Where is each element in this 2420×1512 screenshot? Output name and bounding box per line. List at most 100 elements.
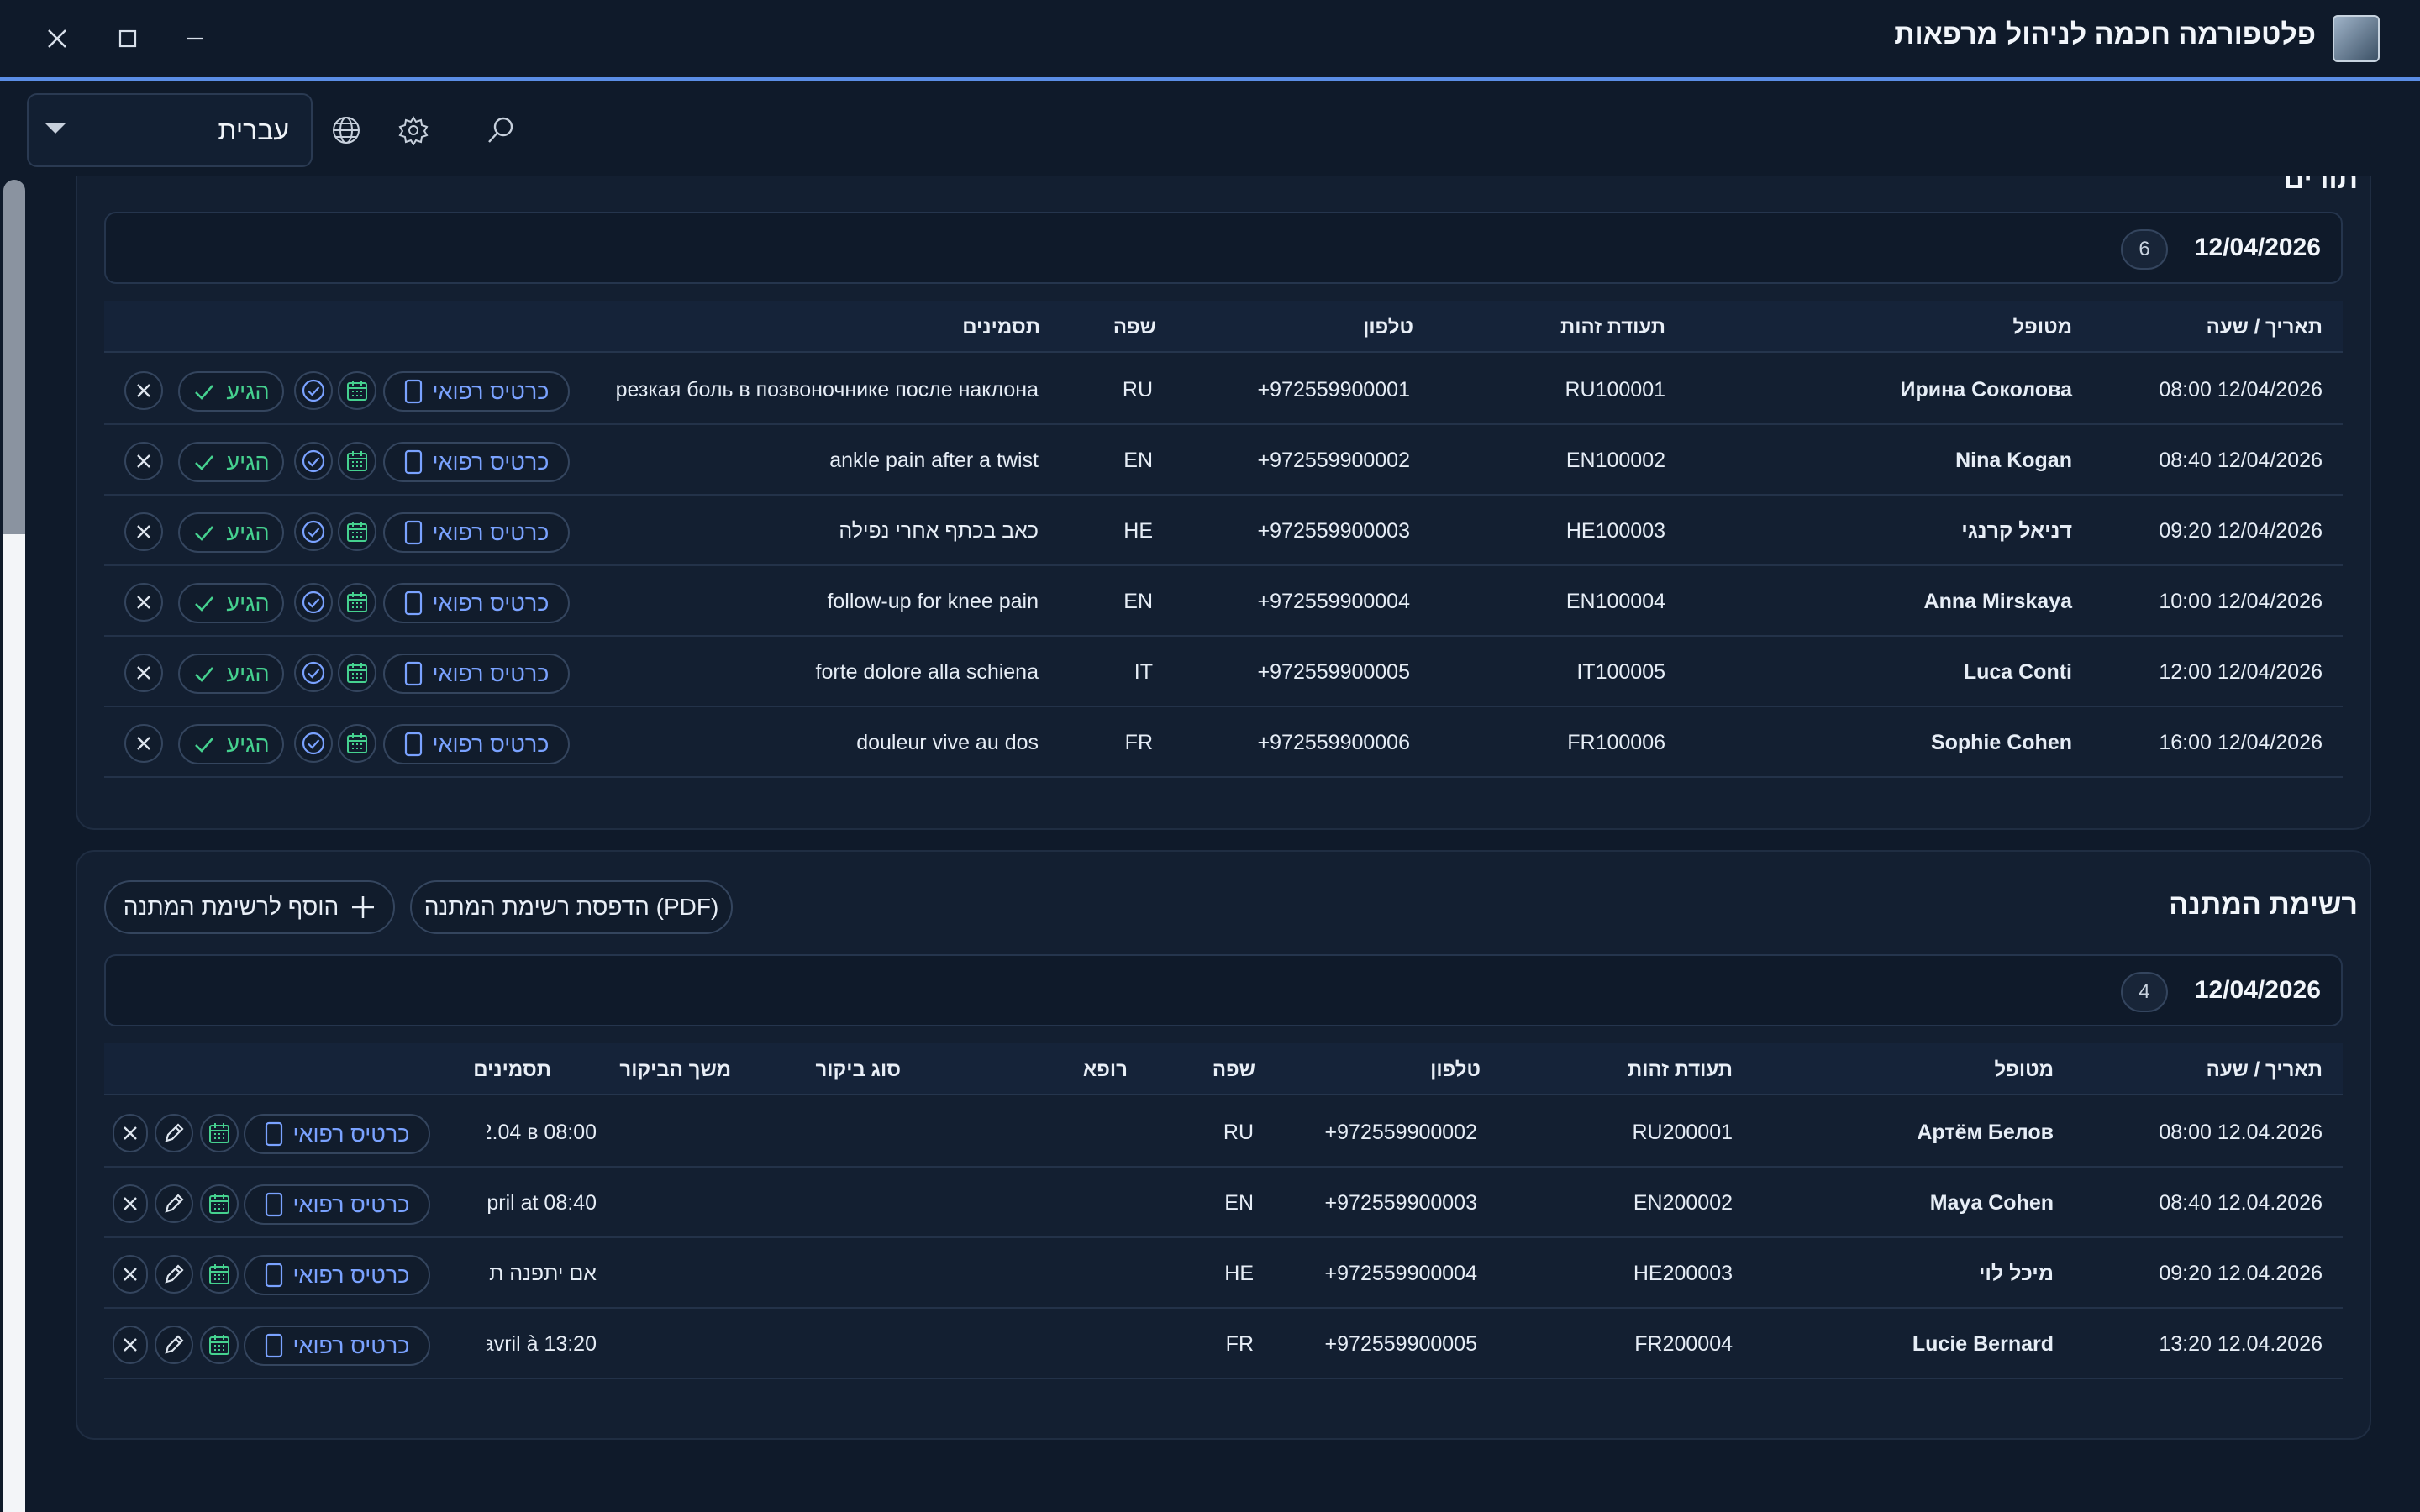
edit-icon — [165, 1123, 184, 1142]
table-row: 08:00 12/04/2026 Ирина Соколова RU100001 +9… — [104, 354, 2343, 425]
remove-button[interactable] — [113, 1114, 148, 1152]
calendar-icon — [209, 1194, 229, 1214]
arrived-button[interactable]: הגיע — [178, 583, 284, 623]
reject-button[interactable] — [124, 583, 163, 622]
calendar-icon — [347, 381, 367, 401]
arrived-button[interactable]: הגיע — [178, 371, 284, 412]
schedule-button[interactable] — [200, 1184, 239, 1223]
col-id: תעודת זהות — [1628, 1058, 1733, 1081]
print-waitlist-button[interactable]: הדפסת רשימת המתנה (PDF) — [410, 880, 733, 934]
confirm-button[interactable] — [294, 442, 333, 480]
medical-card-button[interactable]: כרטיס רפואי — [244, 1326, 430, 1366]
col-doctor: רופא — [1082, 1058, 1128, 1081]
edit-button[interactable] — [155, 1326, 193, 1364]
medical-card-label: כרטיס רפואי — [432, 519, 550, 545]
cell-phone: +972559900004 — [1257, 590, 1410, 613]
language-select[interactable]: עברית — [27, 93, 313, 167]
edit-button[interactable] — [155, 1184, 193, 1223]
scrollbar-thumb[interactable] — [3, 534, 25, 1512]
close-icon — [124, 1268, 137, 1281]
waitlist-date-bar[interactable]: 12/04/2026 4 — [104, 954, 2343, 1026]
arrived-label: הגיע — [226, 731, 270, 757]
appointments-count-badge: 6 — [2121, 229, 2168, 270]
close-window-button[interactable] — [37, 18, 77, 59]
medical-card-button[interactable]: כרטיס רפואי — [383, 512, 570, 553]
schedule-button[interactable] — [200, 1326, 239, 1364]
confirm-button[interactable] — [294, 654, 333, 692]
symptoms-clip: 12.04 в 08:00 — [487, 1097, 597, 1166]
edit-button[interactable] — [155, 1114, 193, 1152]
table-row: 09:20 12.04.2026 מיכל לוי HE200003 +9725599… — [104, 1238, 2343, 1309]
arrived-button[interactable]: הגיע — [178, 442, 284, 482]
schedule-button[interactable] — [338, 442, 376, 480]
schedule-button[interactable] — [338, 512, 376, 551]
medical-card-button[interactable]: כרטיס רפואי — [244, 1114, 430, 1154]
medical-card-label: כרטיס רפואי — [432, 590, 550, 616]
cell-id: RU100001 — [1565, 378, 1665, 402]
table-row: 10:00 12/04/2026 Anna Mirskaya EN100004 +97… — [104, 566, 2343, 637]
search-button[interactable] — [484, 113, 518, 147]
medical-card-label: כרטיס רפואי — [292, 1332, 410, 1358]
col-lang: שפה — [1212, 1058, 1255, 1081]
add-to-waitlist-label: הוסף לרשימת המתנה — [123, 894, 339, 920]
schedule-button[interactable] — [200, 1114, 239, 1152]
check-icon — [195, 596, 214, 612]
remove-button[interactable] — [113, 1184, 148, 1223]
close-icon — [137, 454, 150, 468]
cell-id: FR200004 — [1634, 1332, 1733, 1356]
arrived-label: הגיע — [226, 519, 270, 545]
cell-lang: FR — [1124, 731, 1153, 754]
add-to-waitlist-button[interactable]: הוסף לרשימת המתנה — [104, 880, 395, 934]
reject-button[interactable] — [124, 371, 163, 410]
medical-card-label: כרטיס רפואי — [432, 731, 550, 757]
confirm-button[interactable] — [294, 512, 333, 551]
cell-id: FR100006 — [1567, 731, 1665, 754]
medical-card-button[interactable]: כרטיס רפואי — [383, 583, 570, 623]
medical-card-button[interactable]: כרטיס רפואי — [244, 1184, 430, 1225]
medical-card-label: כרטיס רפואי — [292, 1121, 410, 1147]
document-icon — [404, 449, 422, 475]
reject-button[interactable] — [124, 512, 163, 551]
calendar-icon — [209, 1264, 229, 1284]
schedule-button[interactable] — [338, 583, 376, 622]
settings-button[interactable] — [397, 113, 430, 147]
globe-button[interactable] — [329, 113, 363, 147]
appointments-date-bar[interactable]: 12/04/2026 6 — [104, 212, 2343, 284]
schedule-button[interactable] — [200, 1255, 239, 1294]
remove-button[interactable] — [113, 1326, 148, 1364]
medical-card-button[interactable]: כרטיס רפואי — [244, 1255, 430, 1295]
globe-icon — [333, 117, 360, 144]
medical-card-button[interactable]: כרטיס רפואי — [383, 371, 570, 412]
minimize-window-button[interactable] — [175, 18, 215, 59]
cell-phone: +972559900002 — [1257, 449, 1410, 472]
arrived-button[interactable]: הגיע — [178, 654, 284, 694]
check-icon — [195, 385, 214, 400]
cell-patient: מיכל לוי — [1978, 1262, 2054, 1285]
remove-button[interactable] — [113, 1255, 148, 1294]
reject-button[interactable] — [124, 654, 163, 692]
medical-card-button[interactable]: כרטיס רפואי — [383, 724, 570, 764]
document-icon — [404, 591, 422, 616]
schedule-button[interactable] — [338, 654, 376, 692]
schedule-button[interactable] — [338, 371, 376, 410]
col-phone: טלפון — [1363, 316, 1413, 339]
confirm-button[interactable] — [294, 724, 333, 763]
arrived-button[interactable]: הגיע — [178, 724, 284, 764]
medical-card-button[interactable]: כרטיס רפואי — [383, 654, 570, 694]
reject-button[interactable] — [124, 442, 163, 480]
scrollbar-upper[interactable] — [3, 180, 25, 536]
reject-button[interactable] — [124, 724, 163, 763]
confirm-button[interactable] — [294, 371, 333, 410]
maximize-window-button[interactable] — [108, 18, 148, 59]
cell-lang: EN — [1123, 449, 1153, 472]
table-row: 08:40 12/04/2026 Nina Kogan EN100002 +97255… — [104, 425, 2343, 496]
arrived-button[interactable]: הגיע — [178, 512, 284, 553]
confirm-button[interactable] — [294, 583, 333, 622]
document-icon — [404, 520, 422, 545]
medical-card-button[interactable]: כרטיס רפואי — [383, 442, 570, 482]
check-circle-icon — [302, 732, 325, 755]
edit-button[interactable] — [155, 1255, 193, 1294]
cell-lang: HE — [1224, 1262, 1254, 1285]
arrived-label: הגיע — [226, 590, 270, 616]
schedule-button[interactable] — [338, 724, 376, 763]
